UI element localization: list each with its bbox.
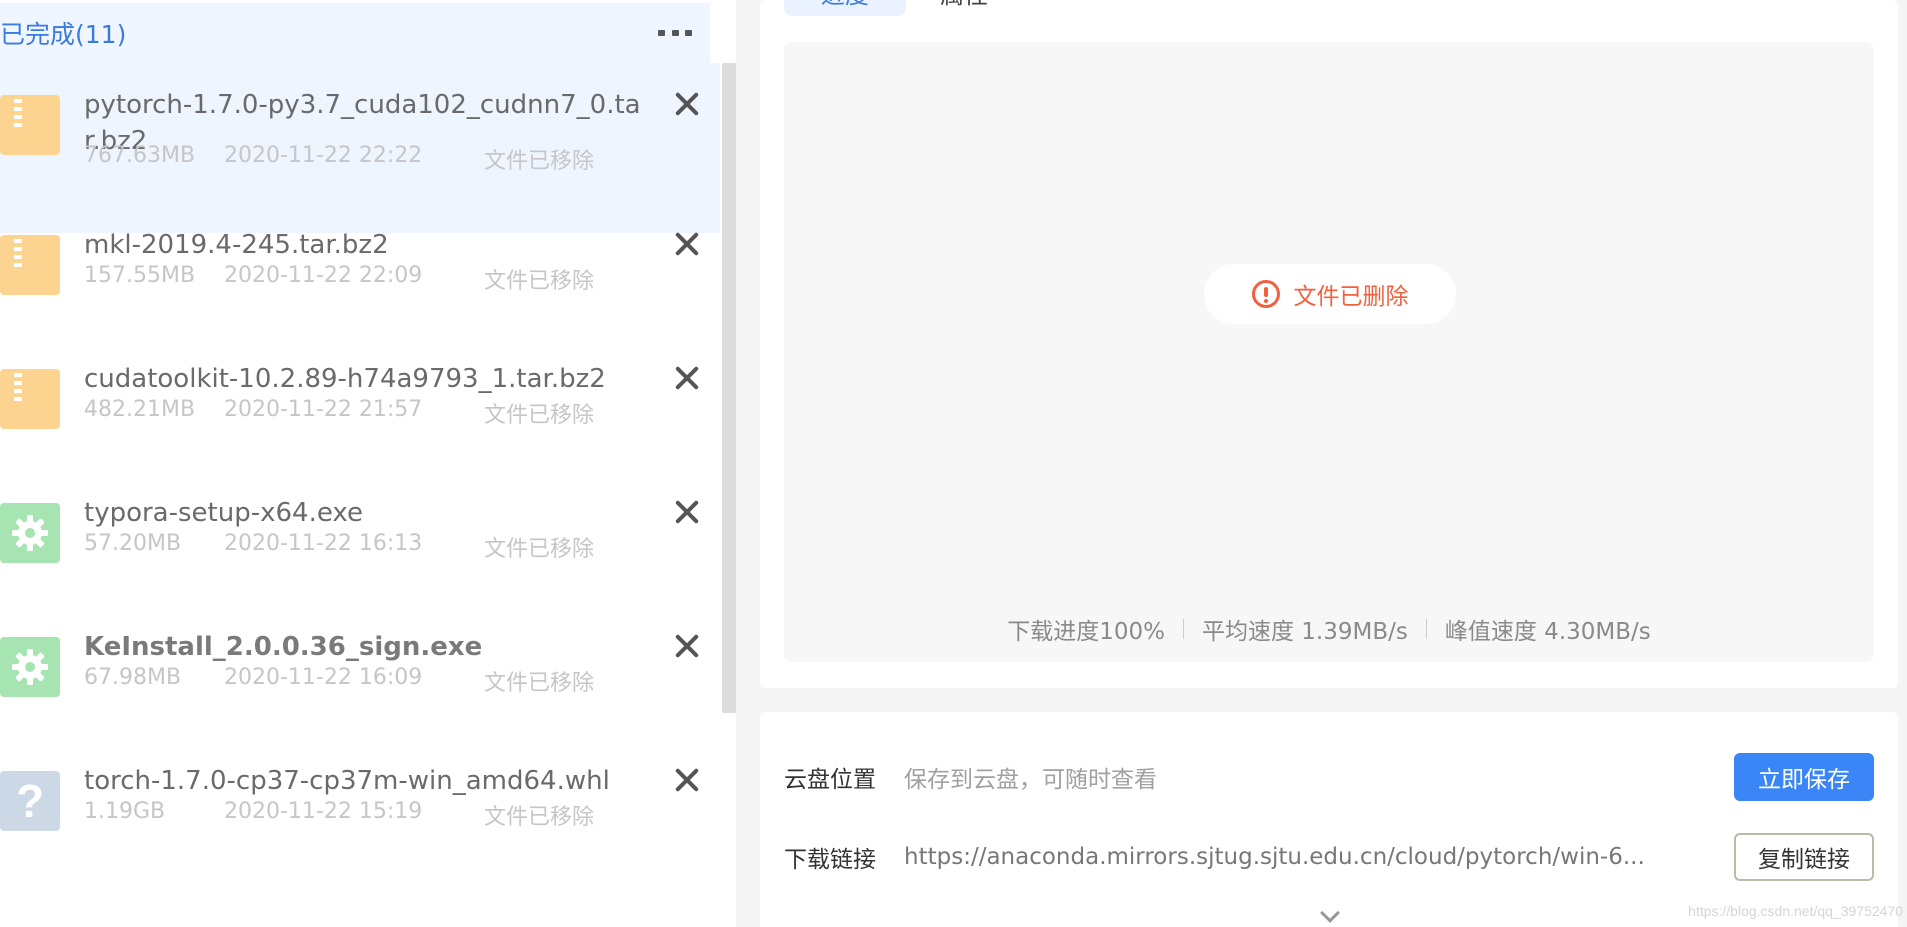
- file-size: 767.63MB: [84, 143, 196, 168]
- file-status: 文件已移除: [484, 805, 595, 830]
- file-size: 67.98MB: [84, 665, 182, 690]
- deleted-message: 文件已删除: [1293, 284, 1409, 310]
- close-icon[interactable]: [672, 89, 702, 119]
- file-meta: 67.98MB 2020-11-22 16:09 文件已移除: [84, 665, 594, 697]
- file-date: 2020-11-22 21:57: [224, 397, 423, 422]
- file-deleted-notice: 文件已删除: [1204, 264, 1456, 324]
- file-date: 2020-11-22 15:19: [224, 799, 423, 824]
- file-date: 2020-11-22 16:13: [224, 531, 423, 556]
- file-status: 文件已移除: [484, 149, 595, 174]
- file-name: cudatoolkit-10.2.89-h74a9793_1.tar.bz2: [84, 364, 606, 394]
- watermark: https://blog.csdn.net/qq_39752470: [1688, 903, 1903, 919]
- gear-icon: [0, 503, 60, 563]
- save-now-button[interactable]: 立即保存: [1734, 753, 1874, 801]
- file-name: typora-setup-x64.exe: [84, 498, 363, 528]
- file-name: torch-1.7.0-cp37-cp37m-win_amd64.whl: [84, 766, 610, 796]
- peak-speed-text: 峰值速度 4.30MB/s: [1444, 619, 1651, 645]
- close-icon[interactable]: [672, 363, 702, 393]
- gear-icon: [0, 637, 60, 697]
- avg-speed-text: 平均速度 1.39MB/s: [1201, 619, 1408, 645]
- cloud-location-row: 云盘位置 保存到云盘，可随时查看 立即保存: [784, 752, 1874, 802]
- file-meta: 482.21MB 2020-11-22 21:57 文件已移除: [84, 397, 594, 429]
- list-scrollbar[interactable]: [722, 63, 736, 713]
- zip-icon: [0, 95, 60, 155]
- file-name: mkl-2019.4-245.tar.bz2: [84, 230, 389, 260]
- file-size: 1.19GB: [84, 799, 166, 824]
- zip-icon: [0, 369, 60, 429]
- tab-progress[interactable]: 进度: [784, 0, 906, 16]
- divider: [1182, 619, 1184, 639]
- file-status: 文件已移除: [484, 671, 595, 696]
- list-item[interactable]: cudatoolkit-10.2.89-h74a9793_1.tar.bz2 4…: [0, 337, 720, 471]
- zip-icon: [0, 235, 60, 295]
- chevron-down-icon[interactable]: [1320, 903, 1340, 923]
- close-icon[interactable]: [672, 765, 702, 795]
- more-horizontal-icon[interactable]: [658, 21, 692, 45]
- completed-title[interactable]: 已完成(11): [0, 15, 126, 51]
- file-date: 2020-11-22 22:09: [224, 263, 423, 288]
- file-size: 157.55MB: [84, 263, 196, 288]
- file-name: KeInstall_2.0.0.36_sign.exe: [84, 632, 483, 662]
- warning-icon: [1251, 280, 1280, 308]
- download-list: pytorch-1.7.0-py3.7_cuda102_cudnn7_0.tar…: [0, 63, 720, 927]
- file-meta: 157.55MB 2020-11-22 22:09 文件已移除: [84, 263, 594, 295]
- file-meta: 57.20MB 2020-11-22 16:13 文件已移除: [84, 531, 594, 563]
- download-link-row: 下载链接 https://anaconda.mirrors.sjtug.sjtu…: [784, 832, 1874, 882]
- file-meta: 1.19GB 2020-11-22 15:19 文件已移除: [84, 799, 594, 831]
- download-stats: 下载进度100% 平均速度 1.39MB/s 峰值速度 4.30MB/s: [784, 612, 1874, 646]
- info-panel: 云盘位置 保存到云盘，可随时查看 立即保存 下载链接 https://anaco…: [760, 712, 1898, 927]
- preview-area: 文件已删除 下载进度100% 平均速度 1.39MB/s 峰值速度 4.30MB…: [784, 42, 1874, 662]
- question-icon: ?: [0, 771, 60, 831]
- close-icon[interactable]: [672, 631, 702, 661]
- download-list-panel: 已完成(11) pytorch-1.7.0-py3.7_cuda102_cudn…: [0, 0, 736, 927]
- close-icon[interactable]: [672, 497, 702, 527]
- file-date: 2020-11-22 22:22: [224, 143, 423, 168]
- list-item[interactable]: ? torch-1.7.0-cp37-cp37m-win_amd64.whl 1…: [0, 739, 720, 873]
- download-link-value[interactable]: https://anaconda.mirrors.sjtug.sjtu.edu.…: [904, 844, 1734, 870]
- file-size: 482.21MB: [84, 397, 196, 422]
- close-icon[interactable]: [672, 229, 702, 259]
- copy-link-button[interactable]: 复制链接: [1734, 833, 1874, 881]
- list-item[interactable]: typora-setup-x64.exe 57.20MB 2020-11-22 …: [0, 471, 720, 605]
- file-status: 文件已移除: [484, 537, 595, 562]
- list-item[interactable]: KeInstall_2.0.0.36_sign.exe 67.98MB 2020…: [0, 605, 720, 739]
- file-size: 57.20MB: [84, 531, 182, 556]
- file-status: 文件已移除: [484, 403, 595, 428]
- progress-text: 下载进度100%: [1007, 619, 1165, 645]
- cloud-location-value: 保存到云盘，可随时查看: [904, 767, 1157, 793]
- download-link-label: 下载链接: [784, 847, 876, 873]
- file-status: 文件已移除: [484, 269, 595, 294]
- cloud-location-label: 云盘位置: [784, 767, 876, 793]
- tab-properties[interactable]: 属性: [940, 0, 988, 10]
- file-meta: 767.63MB 2020-11-22 22:22 文件已移除: [84, 143, 594, 175]
- detail-panel: 进度 属性 文件已删除 下载进度100% 平均速度 1.39MB/s 峰值速度 …: [760, 0, 1898, 688]
- list-item[interactable]: mkl-2019.4-245.tar.bz2 157.55MB 2020-11-…: [0, 203, 720, 337]
- completed-header: 已完成(11): [0, 3, 710, 63]
- divider: [1425, 619, 1427, 639]
- file-date: 2020-11-22 16:09: [224, 665, 423, 690]
